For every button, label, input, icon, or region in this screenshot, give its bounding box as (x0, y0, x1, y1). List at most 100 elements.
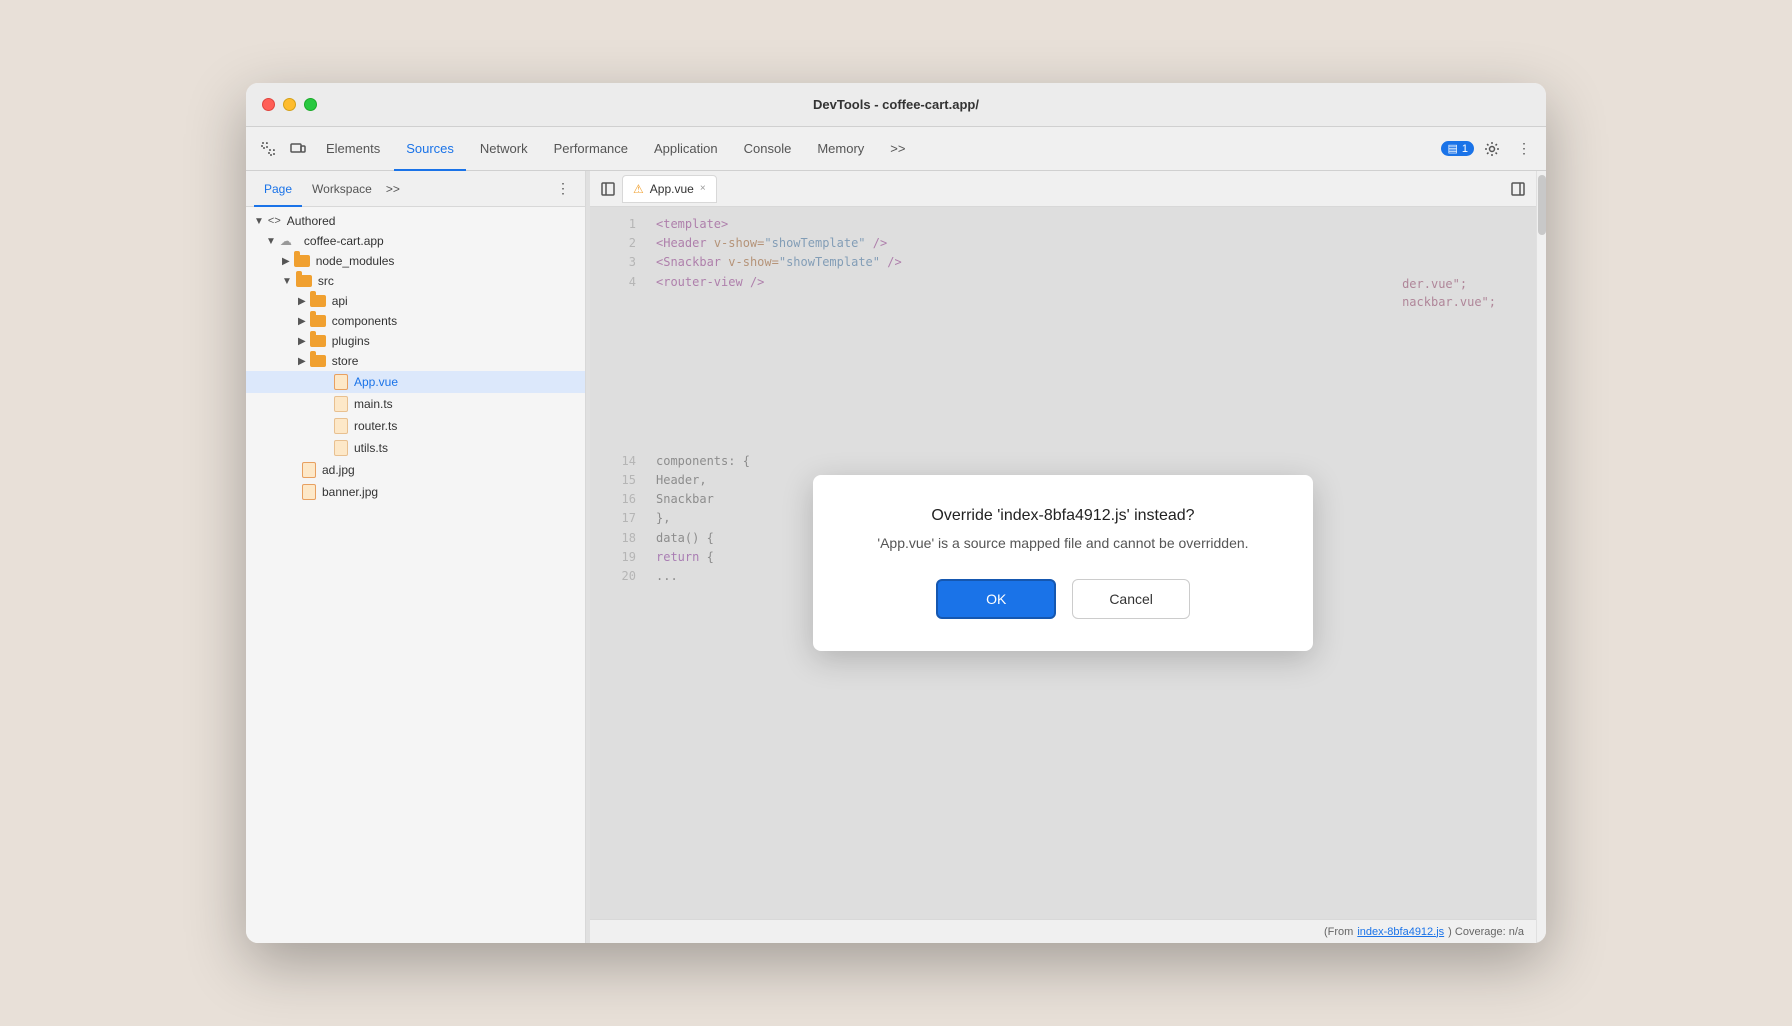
panel-tabs: Page Workspace >> ⋮ (246, 171, 585, 207)
list-item[interactable]: ▶ store (246, 351, 585, 371)
left-panel: Page Workspace >> ⋮ ▼ <> Authored (246, 171, 586, 943)
file-tab-label: App.vue (650, 182, 694, 196)
folder-arrow: ▶ (298, 356, 306, 367)
folder-label: store (332, 354, 359, 368)
dialog-overlay: Override 'index-8bfa4912.js' instead? 'A… (590, 207, 1536, 919)
file-label: utils.ts (354, 441, 388, 455)
settings-icon[interactable] (1478, 135, 1506, 163)
editor-tabs-right (1504, 175, 1532, 203)
main-toolbar: Elements Sources Network Performance App… (246, 127, 1546, 171)
device-toggle-icon[interactable] (284, 135, 312, 163)
file-label: ad.jpg (322, 463, 355, 477)
folder-icon (310, 315, 326, 327)
list-item[interactable]: main.ts (246, 393, 585, 415)
tab-workspace[interactable]: Workspace (302, 171, 382, 207)
tab-sources[interactable]: Sources (394, 127, 466, 171)
tree-root-item[interactable]: ▼ ☁ coffee-cart.app (246, 231, 585, 251)
toggle-sources-panel-icon[interactable] (1504, 175, 1532, 203)
folder-label: api (332, 294, 348, 308)
folder-label: components (332, 314, 397, 328)
override-dialog: Override 'index-8bfa4912.js' instead? 'A… (813, 475, 1313, 651)
folder-icon (310, 335, 326, 347)
folder-label: plugins (332, 334, 370, 348)
list-item[interactable]: router.ts (246, 415, 585, 437)
list-item[interactable]: ▶ plugins (246, 331, 585, 351)
file-icon (334, 396, 348, 412)
folder-arrow: ▶ (298, 296, 306, 307)
sidebar-toggle-icon[interactable] (594, 175, 622, 203)
folder-arrow: ▶ (298, 336, 306, 347)
file-icon (334, 440, 348, 456)
scrollbar-thumb (1538, 175, 1546, 235)
editor-file-tab-appvue[interactable]: ⚠ App.vue × (622, 175, 717, 203)
list-item[interactable]: App.vue (246, 371, 585, 393)
folder-label: src (318, 274, 334, 288)
folder-icon (310, 295, 326, 307)
status-bar: (From index-8bfa4912.js ) Coverage: n/a (590, 919, 1536, 943)
status-suffix: ) Coverage: n/a (1448, 926, 1524, 938)
authored-label: Authored (287, 214, 336, 228)
file-icon (302, 484, 316, 500)
more-tabs-button[interactable]: >> (878, 127, 917, 171)
cloud-icon: ☁ (280, 234, 298, 248)
list-item[interactable]: ▶ components (246, 311, 585, 331)
folder-label: node_modules (316, 254, 395, 268)
file-label: main.ts (354, 397, 393, 411)
folder-icon (296, 275, 312, 287)
authored-section[interactable]: ▼ <> Authored (246, 211, 585, 231)
tab-console[interactable]: Console (732, 127, 804, 171)
list-item[interactable]: ▶ api (246, 291, 585, 311)
file-label: banner.jpg (322, 485, 378, 499)
console-badge[interactable]: ▤ 1 (1441, 141, 1474, 156)
tab-memory[interactable]: Memory (805, 127, 876, 171)
file-icon (334, 418, 348, 434)
tab-performance[interactable]: Performance (542, 127, 640, 171)
folder-icon (310, 355, 326, 367)
panel-action-icon[interactable]: ⋮ (549, 175, 577, 203)
dialog-buttons: OK Cancel (853, 579, 1273, 619)
tab-application[interactable]: Application (642, 127, 730, 171)
dialog-title: Override 'index-8bfa4912.js' instead? (853, 507, 1273, 525)
main-content: Page Workspace >> ⋮ ▼ <> Authored (246, 171, 1546, 943)
file-tree: ▼ <> Authored ▼ ☁ coffee-cart.app ▶ node… (246, 207, 585, 943)
file-icon (302, 462, 316, 478)
tab-elements[interactable]: Elements (314, 127, 392, 171)
list-item[interactable]: ▶ node_modules (246, 251, 585, 271)
toolbar-right: ▤ 1 ⋮ (1441, 135, 1538, 163)
cancel-button[interactable]: Cancel (1072, 579, 1190, 619)
file-label: App.vue (354, 375, 398, 389)
more-options-icon[interactable]: ⋮ (1510, 135, 1538, 163)
close-button[interactable] (262, 98, 275, 111)
authored-arrow: ▼ (254, 216, 264, 227)
root-label: coffee-cart.app (304, 234, 384, 248)
ok-button[interactable]: OK (936, 579, 1056, 619)
list-item[interactable]: ad.jpg (246, 459, 585, 481)
panel-actions: ⋮ (549, 175, 577, 203)
file-icon (334, 374, 348, 390)
list-item[interactable]: utils.ts (246, 437, 585, 459)
inspect-icon[interactable] (254, 135, 282, 163)
list-item[interactable]: banner.jpg (246, 481, 585, 503)
panel-more-button[interactable]: >> (386, 182, 400, 196)
maximize-button[interactable] (304, 98, 317, 111)
window-title: DevTools - coffee-cart.app/ (813, 97, 979, 112)
close-tab-button[interactable]: × (700, 183, 706, 194)
tab-network[interactable]: Network (468, 127, 540, 171)
folder-icon (294, 255, 310, 267)
editor-panel: ⚠ App.vue × (590, 171, 1536, 943)
minimize-button[interactable] (283, 98, 296, 111)
tab-page[interactable]: Page (254, 171, 302, 207)
devtools-window: DevTools - coffee-cart.app/ Elements Sou… (246, 83, 1546, 943)
code-icon: <> (268, 215, 281, 227)
root-arrow: ▼ (266, 236, 276, 247)
console-count: 1 (1462, 143, 1468, 155)
status-link[interactable]: index-8bfa4912.js (1357, 926, 1444, 938)
traffic-lights (262, 98, 317, 111)
titlebar: DevTools - coffee-cart.app/ (246, 83, 1546, 127)
list-item[interactable]: ▼ src (246, 271, 585, 291)
console-icon: ▤ (1447, 142, 1457, 155)
status-prefix: (From (1324, 926, 1353, 938)
warning-icon: ⚠ (633, 182, 644, 196)
right-scrollbar[interactable] (1536, 171, 1546, 943)
folder-arrow: ▶ (298, 316, 306, 327)
